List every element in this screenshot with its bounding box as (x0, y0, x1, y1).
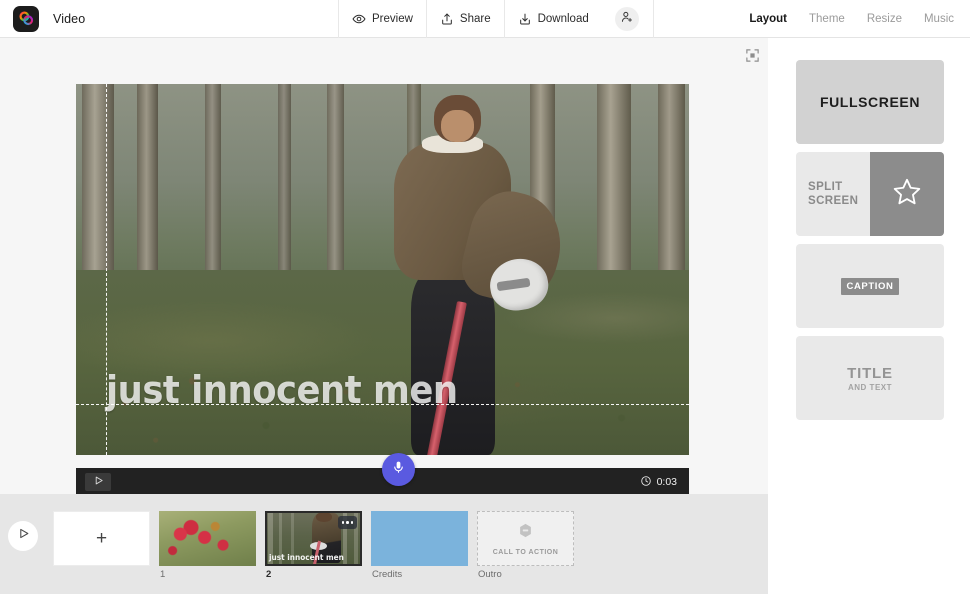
add-scene-label (53, 569, 150, 581)
player-timecode: 0:03 (640, 468, 677, 496)
top-bar-actions: Preview Share Download (338, 0, 654, 38)
scene-thumbnail-image (159, 511, 256, 566)
scene-label-2: 2 (266, 569, 272, 580)
share-button[interactable]: Share (425, 0, 504, 38)
layout-option-fullscreen[interactable]: FULLSCREEN (796, 60, 944, 144)
share-label: Share (459, 13, 491, 25)
eye-icon (352, 12, 366, 26)
video-canvas[interactable]: just innocent men (76, 84, 689, 455)
more-options-icon[interactable] (338, 516, 357, 529)
timecode-label: 0:03 (656, 476, 677, 488)
layout-option-title-and-text[interactable]: TITLE AND TEXT (796, 336, 944, 420)
tab-layout[interactable]: Layout (749, 13, 787, 25)
tab-music[interactable]: Music (924, 13, 954, 25)
layout-option-split-screen[interactable]: SPLIT SCREEN (796, 152, 944, 236)
scene-list: + 1 just innocent men 2 Credits CALL TO … (53, 511, 583, 581)
timeline-play-button[interactable] (8, 521, 38, 551)
cta-label: CALL TO ACTION (492, 548, 559, 556)
scene-thumbnail-1[interactable] (159, 511, 256, 566)
fit-to-screen-button[interactable] (740, 46, 764, 70)
clock-icon (640, 475, 652, 490)
layout-option-split-line2: SCREEN (808, 195, 859, 207)
list-item: CALL TO ACTION Outro (477, 511, 574, 581)
person-add-icon (620, 10, 634, 29)
star-icon (890, 175, 924, 214)
scene-thumbnail-credits[interactable] (371, 511, 468, 566)
share-upload-icon (440, 12, 454, 26)
list-item: Credits (371, 511, 468, 581)
download-icon (518, 12, 532, 26)
scene-thumbnail-caption: just innocent men (269, 553, 344, 562)
invite-button-wrap (602, 0, 654, 38)
player-controls-bar: 0:03 (76, 453, 689, 496)
add-scene-button[interactable]: + (53, 511, 150, 566)
layout-option-caption[interactable]: CAPTION (796, 244, 944, 328)
project-title: Video (53, 11, 86, 26)
invite-collaborator-button[interactable] (615, 7, 640, 31)
scene-thumbnail-2[interactable]: just innocent men (265, 511, 362, 566)
brand-area[interactable]: Video (0, 0, 85, 38)
preview-label: Preview (372, 13, 413, 25)
microphone-icon (391, 460, 406, 480)
layout-option-fullscreen-label: FULLSCREEN (819, 94, 921, 110)
layout-option-title-line1: TITLE (847, 364, 893, 382)
play-icon (93, 473, 104, 491)
scene-thumbnail-image: CALL TO ACTION (477, 511, 574, 566)
player-play-button[interactable] (85, 473, 111, 491)
top-bar: Video Preview Share Download Layout Them… (0, 0, 970, 38)
record-voiceover-button[interactable] (382, 453, 415, 486)
video-editor-app: Video Preview Share Download Layout Them… (0, 0, 970, 594)
list-item: just innocent men 2 (265, 511, 362, 581)
timeline-strip: + 1 just innocent men 2 Credits CALL TO … (0, 494, 768, 594)
scene-thumbnail-outro[interactable]: CALL TO ACTION (477, 511, 574, 566)
fit-to-screen-icon (745, 48, 760, 68)
split-screen-media-area (870, 152, 944, 236)
editor-stage: just innocent men 0:03 (0, 38, 768, 496)
panel-nav: Layout Theme Resize Music (749, 0, 954, 38)
tab-theme[interactable]: Theme (809, 13, 845, 25)
adobe-express-logo-icon[interactable] (13, 5, 39, 32)
scene-thumbnail-image (371, 511, 468, 566)
download-button[interactable]: Download (503, 0, 602, 38)
download-label: Download (537, 13, 589, 25)
add-scene-slot: + (53, 511, 150, 581)
scene-label-outro: Outro (478, 569, 502, 580)
video-frame (76, 84, 689, 455)
layout-options-panel: FULLSCREEN SPLIT SCREEN CAPTION TITLE AN… (768, 38, 970, 594)
list-item: 1 (159, 511, 256, 581)
scene-label-1: 1 (160, 569, 166, 580)
preview-button[interactable]: Preview (338, 0, 426, 38)
split-screen-text-area: SPLIT SCREEN (796, 152, 870, 236)
scene-label-credits: Credits (372, 569, 403, 580)
badge-icon (517, 522, 534, 544)
layout-option-caption-label: CAPTION (840, 277, 900, 295)
play-circle-icon (17, 527, 30, 545)
layout-option-split-line1: SPLIT (808, 180, 843, 193)
scene-person (364, 91, 597, 455)
tab-resize[interactable]: Resize (867, 13, 902, 25)
layout-option-title-line2: AND TEXT (848, 382, 892, 392)
